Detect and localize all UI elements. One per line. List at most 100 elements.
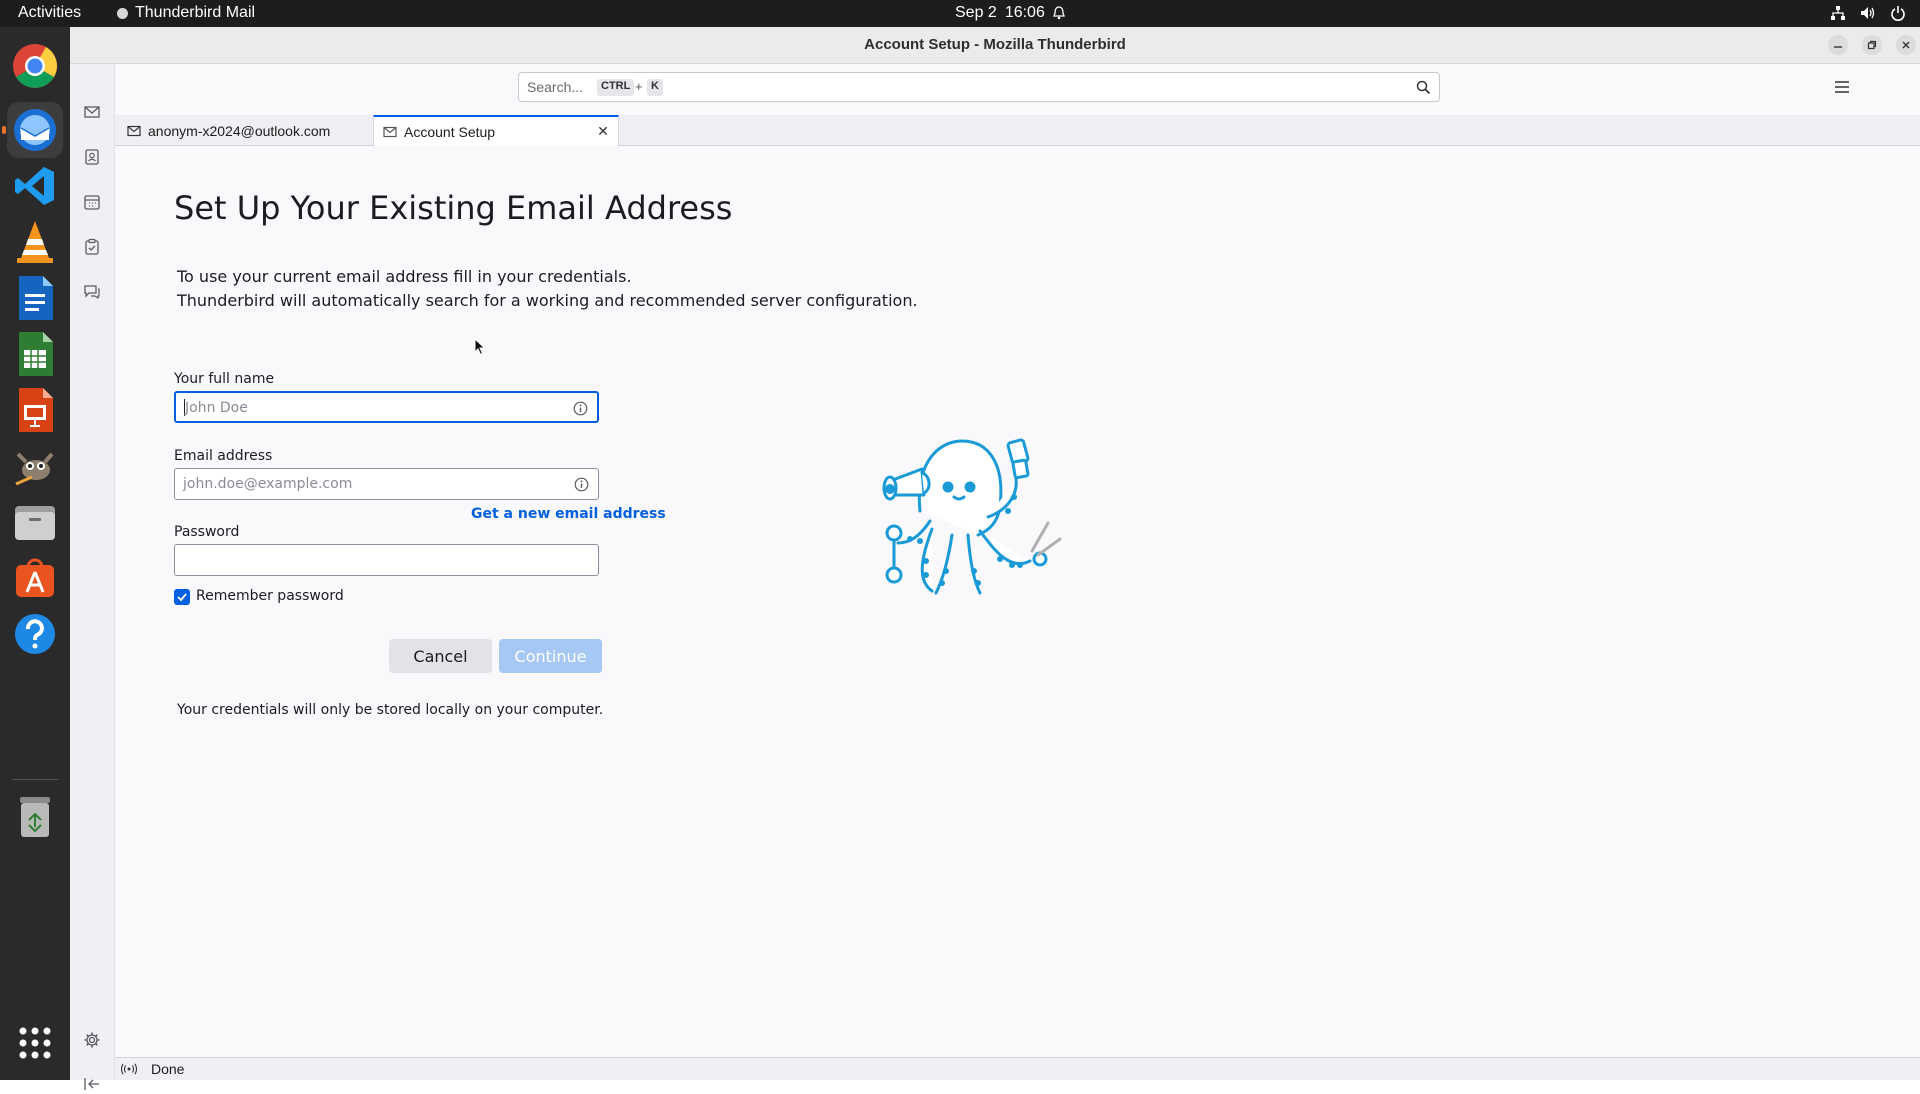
- calc-icon: [19, 332, 53, 376]
- dock-calc[interactable]: [7, 326, 63, 382]
- account-setup-tab-icon: [383, 126, 397, 138]
- vscode-icon: [15, 167, 54, 205]
- page-title: Set Up Your Existing Email Address: [174, 189, 733, 227]
- dock-thunderbird[interactable]: [2, 102, 63, 158]
- chat-icon: [84, 285, 100, 300]
- dock-vlc[interactable]: [7, 214, 63, 270]
- mail-space-button[interactable]: [82, 102, 102, 122]
- tab-mail-account[interactable]: anonym-x2024@outlook.com: [115, 115, 373, 146]
- info-icon[interactable]: [574, 477, 589, 492]
- shortcut-plus: +: [635, 79, 643, 94]
- chat-space-button[interactable]: [82, 282, 102, 302]
- search-placeholder: Search...: [527, 79, 584, 95]
- app-menu[interactable]: Thunderbird Mail: [117, 4, 255, 22]
- volume-icon: [1861, 7, 1875, 19]
- spaces-toolbar: [70, 64, 115, 1090]
- email-placeholder: john.doe@example.com: [183, 476, 353, 492]
- running-indicator: [2, 126, 6, 134]
- notification-bell-icon: [1052, 6, 1065, 20]
- window-titlebar[interactable]: Account Setup - Mozilla Thunderbird: [70, 27, 1920, 64]
- tab-account-setup[interactable]: Account Setup ✕: [373, 115, 619, 147]
- tab-label: anonym-x2024@outlook.com: [148, 122, 331, 139]
- global-search-input[interactable]: Search... CTRL + K: [518, 72, 1440, 102]
- calendar-icon: [84, 195, 100, 210]
- show-apps-icon: [19, 1027, 51, 1059]
- show-apps-button[interactable]: [7, 1015, 63, 1071]
- fullname-label: Your full name: [174, 371, 275, 387]
- gimp-icon: [15, 452, 54, 486]
- search-icon: [1416, 80, 1431, 95]
- email-field[interactable]: john.doe@example.com: [174, 468, 599, 500]
- dock-chrome[interactable]: [7, 38, 63, 94]
- dock-files[interactable]: [7, 494, 63, 550]
- restore-icon: [1867, 40, 1877, 50]
- tasks-icon: [85, 238, 99, 255]
- collapse-icon: [84, 1078, 99, 1090]
- intro-text-line-1: To use your current email address fill i…: [177, 267, 632, 286]
- system-top-bar: Activities Thunderbird Mail Sep 2 16:06: [0, 0, 1920, 27]
- mail-tab-icon: [127, 125, 141, 136]
- minimize-icon: [1834, 46, 1842, 48]
- continue-button[interactable]: Continue: [499, 639, 602, 673]
- clock-time: 16:06: [1004, 4, 1045, 21]
- address-book-icon: [85, 149, 99, 165]
- close-icon: [1902, 41, 1910, 49]
- checkmark-icon: [177, 593, 187, 602]
- dock-app-center[interactable]: [7, 550, 63, 606]
- tasks-space-button[interactable]: [82, 237, 102, 257]
- fullname-placeholder: John Doe: [185, 400, 248, 416]
- thunderbird-icon: [14, 109, 56, 151]
- trash-icon: [20, 797, 50, 837]
- password-field[interactable]: [174, 544, 599, 576]
- restore-button[interactable]: [1862, 35, 1882, 55]
- app-menu-label: Thunderbird Mail: [135, 4, 256, 21]
- dock-trash[interactable]: [7, 789, 63, 845]
- online-status-icon[interactable]: [121, 1063, 137, 1075]
- gear-icon: [84, 1032, 100, 1048]
- account-setup-page: Set Up Your Existing Email Address To us…: [115, 146, 1920, 1057]
- chrome-icon: [13, 44, 57, 88]
- app-menu-icon[interactable]: [1834, 80, 1850, 94]
- thunderbird-window: Account Setup - Mozilla Thunderbird Sear…: [70, 27, 1920, 1090]
- intro-text-line-2: Thunderbird will automatically search fo…: [177, 291, 918, 310]
- settings-space-button[interactable]: [82, 1030, 102, 1050]
- dock-separator: [12, 779, 58, 780]
- dock-help[interactable]: [7, 606, 63, 662]
- status-text: Done: [151, 1061, 185, 1077]
- window-title: Account Setup - Mozilla Thunderbird: [864, 36, 1126, 53]
- remember-password-checkbox[interactable]: [174, 589, 190, 605]
- collapse-spaces-button[interactable]: [82, 1074, 102, 1094]
- octopus-mascot-illustration: [882, 438, 1062, 595]
- cancel-button[interactable]: Cancel: [389, 639, 492, 673]
- fullname-field[interactable]: John Doe: [174, 391, 599, 423]
- files-icon: [15, 506, 55, 540]
- thunderbird-small-icon: [117, 7, 128, 19]
- address-book-space-button[interactable]: [82, 147, 102, 167]
- remember-password-label[interactable]: Remember password: [196, 588, 344, 604]
- network-icon: [1831, 6, 1845, 20]
- system-tray[interactable]: [1830, 5, 1906, 21]
- dock-impress[interactable]: [7, 382, 63, 438]
- minimize-button[interactable]: [1828, 35, 1848, 55]
- mail-icon: [84, 106, 100, 118]
- writer-icon: [19, 276, 53, 320]
- unified-toolbar: Search... CTRL + K: [115, 64, 1920, 115]
- dock: [0, 27, 70, 1080]
- tab-label: Account Setup: [404, 124, 496, 140]
- calendar-space-button[interactable]: [82, 192, 102, 212]
- dock-gimp[interactable]: [7, 438, 63, 494]
- app-center-icon: [16, 558, 54, 597]
- clock[interactable]: Sep 2 16:06: [955, 4, 1065, 22]
- dock-writer[interactable]: [7, 270, 63, 326]
- tab-close-icon[interactable]: ✕: [596, 124, 610, 138]
- impress-icon: [19, 388, 53, 432]
- info-icon[interactable]: [573, 401, 588, 416]
- credentials-note: Your credentials will only be stored loc…: [177, 702, 604, 718]
- get-new-email-link[interactable]: Get a new email address: [471, 506, 666, 522]
- close-window-button[interactable]: [1896, 35, 1916, 55]
- shortcut-key-ctrl: CTRL: [597, 79, 635, 96]
- activities-button[interactable]: Activities: [18, 4, 81, 22]
- dock-vscode[interactable]: [7, 158, 63, 214]
- vlc-icon: [17, 221, 53, 263]
- email-label: Email address: [174, 448, 273, 464]
